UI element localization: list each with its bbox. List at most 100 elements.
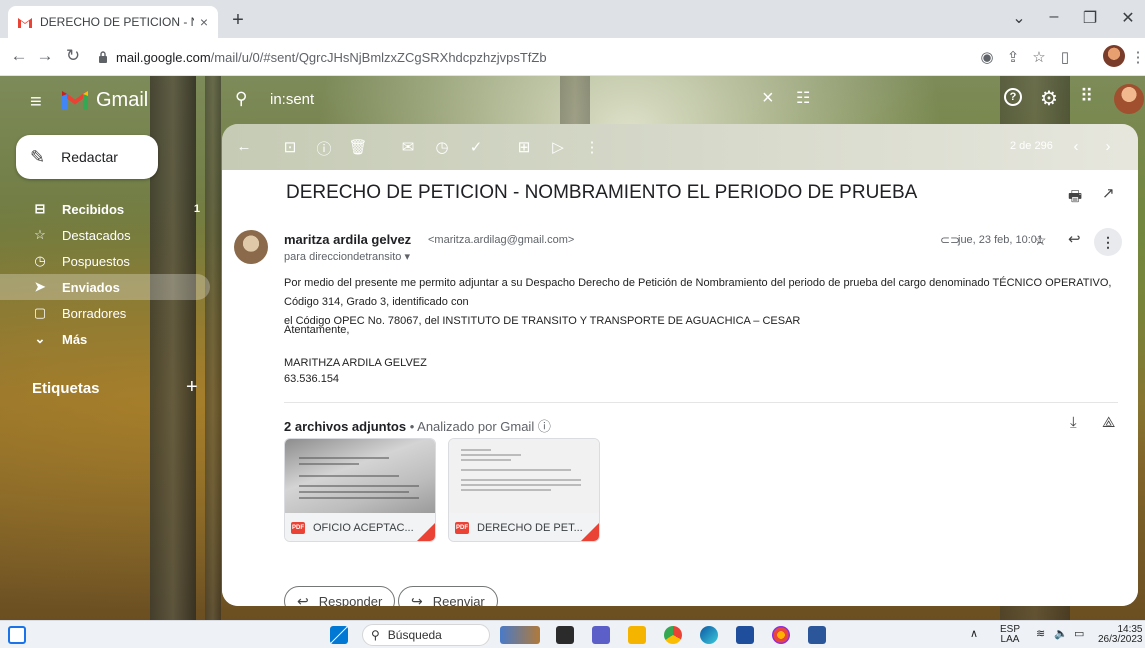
battery-icon[interactable]: ▭: [1074, 629, 1084, 640]
snooze-icon[interactable]: ◷: [432, 138, 452, 156]
star-icon: ☆: [34, 227, 46, 242]
edge-icon[interactable]: [700, 626, 718, 644]
language-indicator[interactable]: ESP LAA: [1000, 625, 1020, 645]
attachment-name: OFICIO ACEPTAC...: [313, 522, 414, 534]
chevron-down-icon: ⌄: [34, 331, 46, 346]
signature-name: MARITHZA ARDILA GELVEZ: [284, 357, 427, 369]
reload-icon[interactable]: ↻: [62, 46, 84, 66]
browser-profile-avatar[interactable]: [1103, 45, 1125, 67]
back-to-list-icon[interactable]: ←: [234, 138, 254, 155]
windows-taskbar: ⚲ Búsqueda ∧ ESP LAA ≋ 🔈 ▭ 14:35 26/3/20…: [0, 620, 1145, 648]
wifi-icon[interactable]: ≋: [1036, 629, 1045, 640]
attachment-card[interactable]: PDF DERECHO DE PET...: [448, 438, 600, 542]
restore-button[interactable]: ❐: [1076, 8, 1104, 28]
widgets-icon[interactable]: [8, 626, 26, 644]
task-view-icon[interactable]: [556, 626, 574, 644]
body-closing: Atentamente,: [284, 324, 350, 336]
inbox-icon: ⊟: [34, 201, 46, 216]
mark-unread-icon[interactable]: ✉: [398, 138, 418, 156]
print-icon[interactable]: 🖶: [1068, 186, 1082, 211]
side-panel-icon[interactable]: ▯: [1054, 48, 1076, 66]
sender-name[interactable]: maritza ardila gelvez: [284, 232, 411, 247]
newer-chevron-icon[interactable]: ‹: [1066, 138, 1086, 155]
open-new-window-icon[interactable]: ↗: [1102, 184, 1115, 202]
recipient-details[interactable]: para direcciondetransito ▾: [284, 250, 410, 263]
older-chevron-icon[interactable]: ›: [1098, 138, 1118, 155]
taskbar-search[interactable]: ⚲ Búsqueda: [362, 624, 490, 646]
browser-tabstrip: DERECHO DE PETICION - NOMB × + ⌄ – ❐ ✕: [0, 0, 1145, 38]
url-path: /mail/u/0/#sent/QgrcJHsNjBmlzxZCgSRXhdcp…: [210, 49, 547, 65]
word-icon[interactable]: [808, 626, 826, 644]
account-avatar[interactable]: [1114, 84, 1144, 114]
file-explorer-icon[interactable]: [628, 626, 646, 644]
search-options-icon[interactable]: ☷: [796, 88, 810, 108]
sidebar-item-enviados[interactable]: ➤ Enviados: [0, 274, 210, 300]
message-more-button[interactable]: ⋮: [1094, 228, 1122, 256]
close-window-button[interactable]: ✕: [1114, 8, 1142, 28]
taskbar-search-label: Búsqueda: [387, 628, 442, 642]
sidebar-item-recibidos[interactable]: ⊟ Recibidos 1: [0, 196, 210, 222]
reply-button[interactable]: ↩ Responder: [284, 586, 396, 606]
add-label-icon[interactable]: +: [186, 376, 198, 399]
delete-icon[interactable]: 🗑: [348, 138, 368, 156]
apps-grid-icon[interactable]: ⠿: [1080, 86, 1093, 107]
new-tab-button[interactable]: +: [226, 9, 250, 32]
volume-icon[interactable]: 🔈: [1054, 629, 1068, 640]
sidebar-item-borradores[interactable]: ▢ Borradores: [0, 300, 210, 326]
attachments-divider: [284, 402, 1118, 403]
help-icon[interactable]: ?: [1004, 88, 1022, 106]
add-to-drive-icon[interactable]: ⟁: [1102, 414, 1115, 431]
system-clock[interactable]: 14:35 26/3/2023: [1098, 625, 1143, 645]
reply-icon[interactable]: ↩: [1068, 230, 1081, 248]
sidebar-item-label: Destacados: [62, 227, 131, 243]
teams-chat-icon[interactable]: [592, 626, 610, 644]
message-subject: DERECHO DE PETICION - NOMBRAMIENTO EL PE…: [286, 182, 918, 203]
compose-label: Redactar: [61, 149, 118, 165]
more-actions-icon[interactable]: ⋮: [582, 138, 602, 156]
sidebar-item-mas[interactable]: ⌄ Más: [0, 326, 210, 352]
back-arrow-icon[interactable]: ←: [8, 46, 30, 66]
compose-button[interactable]: ✎ Redactar: [16, 135, 158, 179]
gear-icon[interactable]: ⚙: [1040, 86, 1058, 111]
chrome-icon[interactable]: [664, 626, 682, 644]
attachments-heading: 2 archivos adjuntos • Analizado por Gmai…: [284, 416, 551, 435]
store-icon[interactable]: [736, 626, 754, 644]
forward-arrow-icon[interactable]: →: [34, 46, 56, 66]
firefox-icon[interactable]: [772, 626, 790, 644]
report-spam-icon[interactable]: ⓘ: [314, 138, 334, 159]
browser-tab[interactable]: DERECHO DE PETICION - NOMB ×: [8, 6, 218, 38]
sidebar-item-pospuestos[interactable]: ◷ Pospuestos: [0, 248, 210, 274]
add-task-icon[interactable]: ✓: [466, 138, 486, 156]
move-to-icon[interactable]: ⊞: [514, 138, 534, 156]
search-icon[interactable]: ⚲: [235, 89, 247, 109]
tab-close-icon[interactable]: ×: [200, 14, 208, 30]
star-icon[interactable]: ☆: [1034, 232, 1047, 249]
minimize-button[interactable]: –: [1040, 8, 1068, 26]
lock-icon: [99, 51, 107, 63]
share-icon[interactable]: ⇪: [1002, 48, 1024, 66]
sidebar-item-label: Enviados: [62, 279, 120, 295]
sidebar-item-label: Recibidos: [62, 201, 125, 217]
label-icon[interactable]: ▷: [548, 138, 568, 156]
address-bar[interactable]: mail.google.com/mail/u/0/#sent/QgrcJHsNj…: [98, 44, 958, 70]
archive-icon[interactable]: ⊡: [280, 138, 300, 156]
sender-avatar[interactable]: [234, 230, 268, 264]
forward-button[interactable]: ↪ Reenviar: [398, 586, 498, 606]
attachment-footer: PDF DERECHO DE PET...: [449, 513, 599, 541]
sidebar-item-label: Más: [62, 331, 88, 347]
attachment-card[interactable]: PDF OFICIO ACEPTAC...: [284, 438, 436, 542]
start-windows-icon[interactable]: [330, 626, 348, 644]
taskbar-news-icon[interactable]: [500, 626, 540, 644]
browser-toolbar: ← → ↻ mail.google.com/mail/u/0/#sent/Qgr…: [0, 38, 1145, 76]
download-all-icon[interactable]: ⤓: [1070, 414, 1077, 431]
tab-search-chevron-icon[interactable]: ⌄: [1005, 8, 1033, 28]
clear-search-icon[interactable]: ×: [762, 87, 774, 110]
labels-heading: Etiquetas: [32, 380, 100, 397]
search-input[interactable]: in:sent: [270, 91, 314, 108]
bookmark-star-icon[interactable]: ☆: [1028, 48, 1050, 66]
camera-permission-icon[interactable]: ◉: [976, 48, 998, 66]
main-menu-icon[interactable]: ≡: [30, 91, 42, 114]
tray-overflow-chevron-icon[interactable]: ∧: [970, 629, 978, 640]
browser-menu-icon[interactable]: ⋮: [1127, 48, 1145, 66]
sidebar-item-destacados[interactable]: ☆ Destacados: [0, 222, 210, 248]
